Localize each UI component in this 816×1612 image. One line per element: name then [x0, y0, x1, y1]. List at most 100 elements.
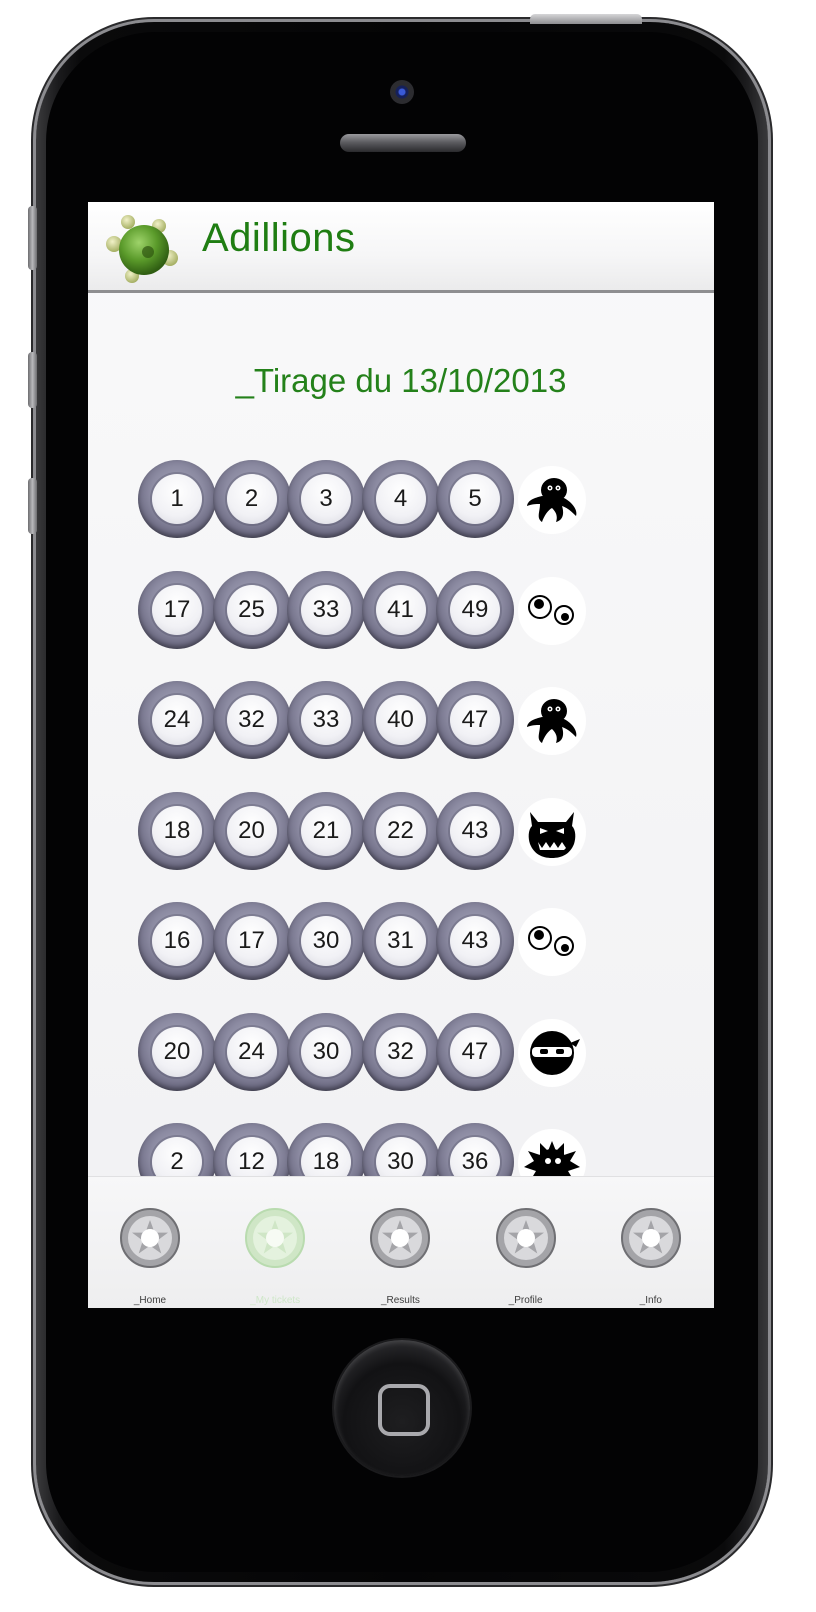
tab-label: _Profile: [508, 1295, 543, 1306]
lottery-ball: 33: [287, 681, 365, 759]
lottery-ball: 47: [436, 681, 514, 759]
ball-number: 30: [301, 1026, 351, 1077]
home-tab-icon: [119, 1207, 181, 1269]
tab-profile[interactable]: _Profile: [464, 1177, 588, 1308]
ball-number: 30: [301, 916, 351, 966]
ticket-row[interactable]: 20 24 30 32 47: [138, 1012, 598, 1093]
ball-number: 43: [450, 916, 500, 966]
ball-number: 32: [226, 695, 277, 745]
draw-date-title: _Tirage du 13/10/2013: [235, 362, 567, 399]
lottery-ball: 20: [212, 791, 291, 870]
ticket-row[interactable]: 24 32 33 40 47: [138, 681, 598, 761]
ball-number: 33: [301, 695, 351, 745]
ball-number: 4: [375, 474, 426, 524]
green-spiky-ball-logo: [104, 214, 180, 284]
tab-label: _Results: [380, 1295, 420, 1306]
power-button: [530, 14, 642, 24]
ticket-row[interactable]: 16 17 30 31 43: [138, 902, 598, 982]
lottery-ball: 17: [138, 570, 216, 649]
app-title: Adillions: [202, 216, 356, 260]
earpiece-speaker: [340, 134, 466, 152]
tab-label: _Info: [639, 1295, 662, 1306]
ninja-mascot-icon: [518, 1018, 586, 1087]
lottery-ball: 40: [361, 681, 440, 759]
tab-label: _Home: [133, 1295, 167, 1306]
lottery-ball: 36: [436, 1123, 514, 1176]
ticket-row[interactable]: 2 12 18 30 36: [138, 1123, 598, 1176]
eyes-mascot-icon: [518, 576, 586, 645]
ball-number: 1: [152, 474, 202, 524]
spiky-blob-mascot-icon: [518, 1129, 586, 1176]
lottery-ball: 1: [138, 460, 216, 538]
ball-number: 3: [301, 474, 351, 524]
lottery-ball: 20: [138, 1012, 216, 1091]
ball-number: 2: [226, 474, 277, 524]
octopus-mascot-icon: [518, 466, 586, 534]
lottery-ball: 5: [436, 460, 514, 538]
tab-my-tickets[interactable]: _My tickets: [213, 1177, 337, 1308]
ball-number: 32: [375, 1026, 426, 1077]
tab-label: _My tickets: [250, 1295, 301, 1306]
ball-number: 22: [375, 805, 426, 856]
tab-results[interactable]: _Results: [338, 1177, 462, 1308]
ball-number: 41: [375, 584, 426, 635]
horned-monster-mascot-icon: [518, 797, 586, 866]
lottery-ball: 2: [212, 460, 291, 538]
lottery-ball: 3: [287, 460, 365, 538]
lottery-ball: 22: [361, 791, 440, 870]
tab-info[interactable]: _Info: [589, 1177, 713, 1308]
ticket-row[interactable]: 17 25 33 41 49: [138, 570, 598, 651]
ball-number: 18: [152, 805, 202, 856]
home-square-icon: [378, 1384, 430, 1436]
ball-number: 20: [152, 1026, 202, 1077]
ticket-row[interactable]: 18 20 21 22 43: [138, 791, 598, 872]
ball-number: 31: [375, 916, 426, 966]
front-camera-icon: [390, 80, 414, 104]
lottery-ball: 31: [361, 902, 440, 980]
ball-number: 43: [450, 805, 500, 856]
lottery-ball: 43: [436, 791, 514, 870]
lottery-ball: 47: [436, 1012, 514, 1091]
lottery-ball: 18: [287, 1123, 365, 1176]
tickets-tab-icon: [244, 1207, 306, 1269]
hardware-home-button[interactable]: [334, 1340, 470, 1476]
lottery-ball: 32: [212, 681, 291, 759]
volume-down-button: [28, 478, 37, 534]
mute-switch: [28, 206, 37, 270]
lottery-ball: 33: [287, 570, 365, 649]
ball-number: 2: [152, 1137, 202, 1176]
ball-number: 12: [226, 1137, 277, 1176]
lottery-ball: 18: [138, 791, 216, 870]
ball-number: 36: [450, 1137, 500, 1176]
ball-number: 21: [301, 805, 351, 856]
lottery-ball: 12: [212, 1123, 291, 1176]
lottery-ball: 4: [361, 460, 440, 538]
lottery-ball: 16: [138, 902, 216, 980]
lottery-ball: 30: [287, 1012, 365, 1091]
ball-number: 40: [375, 695, 426, 745]
ball-number: 49: [450, 584, 500, 635]
ball-number: 18: [301, 1137, 351, 1176]
lottery-ball: 24: [212, 1012, 291, 1091]
profile-tab-icon: [495, 1207, 557, 1269]
ball-number: 47: [450, 695, 500, 745]
lottery-ball: 2: [138, 1123, 216, 1176]
tab-home[interactable]: _Home: [88, 1177, 212, 1308]
lottery-ball: 25: [212, 570, 291, 649]
ball-number: 24: [226, 1026, 277, 1077]
ball-number: 5: [450, 474, 500, 524]
volume-up-button: [28, 352, 37, 408]
tab-bar: _Home _My tickets _Results _Profile _Info: [88, 1176, 714, 1308]
ball-number: 30: [375, 1137, 426, 1176]
ball-number: 20: [226, 805, 277, 856]
ball-number: 33: [301, 584, 351, 635]
lottery-ball: 17: [212, 902, 291, 980]
info-tab-icon: [620, 1207, 682, 1269]
octopus-mascot-icon: [518, 687, 586, 755]
ball-number: 47: [450, 1026, 500, 1077]
app-header: Adillions: [88, 202, 714, 293]
lottery-ball: 24: [138, 681, 216, 759]
ticket-row[interactable]: 12345: [138, 460, 598, 540]
ball-number: 17: [226, 916, 277, 966]
ticket-list[interactable]: 1 2 3 4 5 17 25 33 41 49 24 32 33 40 47 18 20 21 22 43 16 17 3…: [138, 460, 698, 1176]
